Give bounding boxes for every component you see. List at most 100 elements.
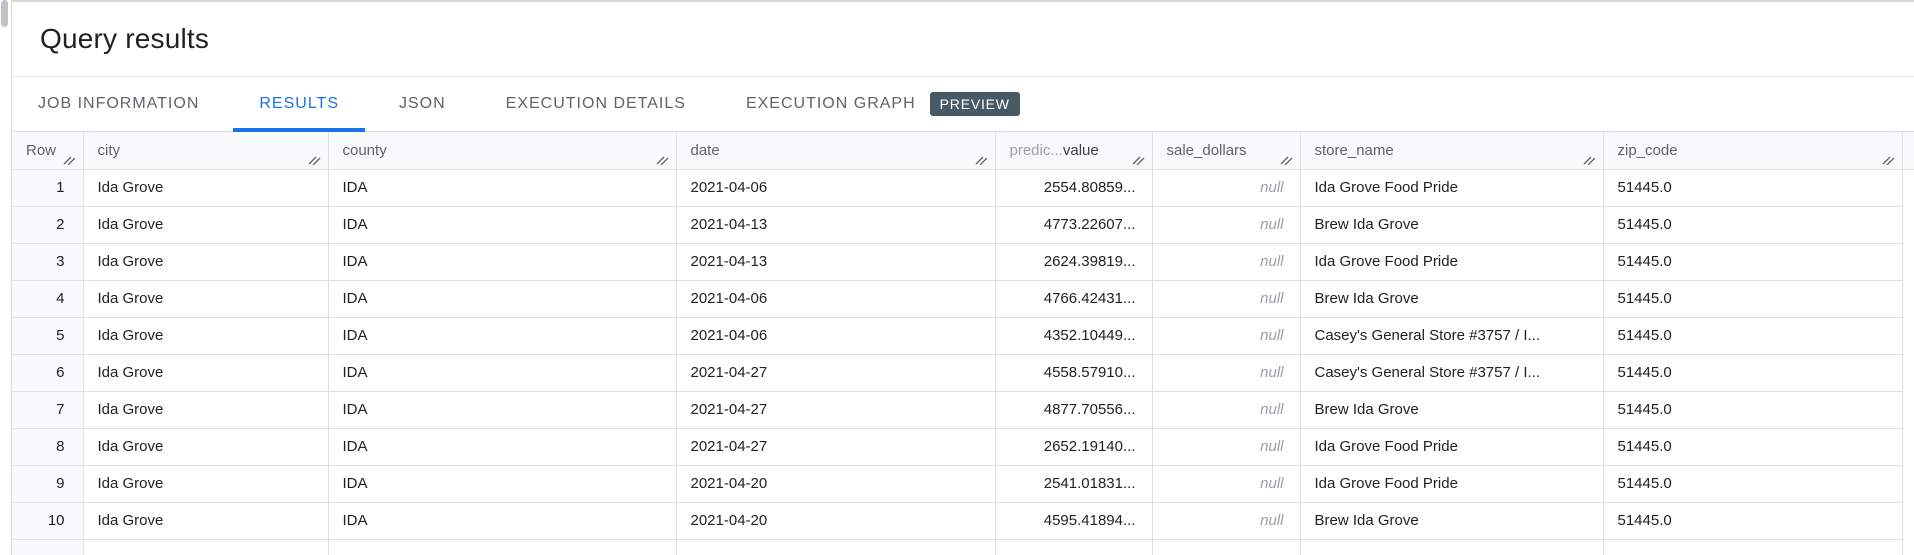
cell-county: IDA <box>328 243 676 280</box>
column-header-date: date <box>676 132 995 169</box>
cell-zip-code: 51445.0 <box>1603 391 1902 428</box>
results-table-container: Row city county date <box>12 132 1914 555</box>
cell-date: 2021-04-27 <box>676 391 995 428</box>
column-header-zip-code: zip_code <box>1603 132 1902 169</box>
cell-store-name: Brew Ida Grove <box>1300 280 1603 317</box>
cell-row-number: 6 <box>12 354 83 391</box>
column-resize-icon[interactable] <box>656 153 669 165</box>
panel-header: Query results <box>12 2 1914 77</box>
cell-stub <box>1902 354 1914 391</box>
cell-sale-dollars: null <box>1152 502 1300 539</box>
vertical-scrollbar[interactable] <box>0 0 12 555</box>
cell-stub <box>1902 317 1914 354</box>
table-row: 8 Ida Grove IDA 2021-04-27 2652.19140...… <box>12 428 1914 465</box>
column-resize-icon[interactable] <box>1132 153 1145 165</box>
cell-stub <box>1902 169 1914 206</box>
cell-zip-code: 51445.0 <box>1603 206 1902 243</box>
column-header-city: city <box>83 132 328 169</box>
cell-stub <box>1902 502 1914 539</box>
cell-city: Ida Grove <box>83 465 328 502</box>
cell-date: 2021-04-06 <box>676 280 995 317</box>
cell-date: 2021-04-13 <box>676 206 995 243</box>
cell-store-name: Casey's General Store #3757 / I... <box>1300 317 1603 354</box>
scrollbar-thumb[interactable] <box>1 0 8 27</box>
cell-sale-dollars <box>1152 539 1300 555</box>
cell-city: Ida Grove <box>83 428 328 465</box>
table-row: 6 Ida Grove IDA 2021-04-27 4558.57910...… <box>12 354 1914 391</box>
column-header-sale-dollars: sale_dollars <box>1152 132 1300 169</box>
cell-zip-code <box>1603 539 1902 555</box>
cell-store-name: Casey's General Store #3757 / I... <box>1300 354 1603 391</box>
cell-date <box>676 539 995 555</box>
cell-county: IDA <box>328 354 676 391</box>
cell-sale-dollars: null <box>1152 354 1300 391</box>
cell-city <box>83 539 328 555</box>
column-resize-icon[interactable] <box>1280 153 1293 165</box>
cell-store-name: Ida Grove Food Pride <box>1300 465 1603 502</box>
cell-sale-dollars: null <box>1152 465 1300 502</box>
column-header-store-name: store_name <box>1300 132 1603 169</box>
table-row: 4 Ida Grove IDA 2021-04-06 4766.42431...… <box>12 280 1914 317</box>
table-header-row: Row city county date <box>12 132 1914 169</box>
cell-zip-code: 51445.0 <box>1603 428 1902 465</box>
tab-results[interactable]: RESULTS <box>233 77 365 131</box>
column-resize-icon[interactable] <box>308 153 321 165</box>
cell-sale-dollars: null <box>1152 169 1300 206</box>
column-header-predicted-value: predic...value <box>995 132 1152 169</box>
tab-job-information[interactable]: JOB INFORMATION <box>12 77 225 131</box>
cell-city: Ida Grove <box>83 502 328 539</box>
tab-bar: JOB INFORMATION RESULTS JSON EXECUTION D… <box>12 77 1914 132</box>
table-row: 1 Ida Grove IDA 2021-04-06 2554.80859...… <box>12 169 1914 206</box>
table-row: 9 Ida Grove IDA 2021-04-20 2541.01831...… <box>12 465 1914 502</box>
cell-sale-dollars: null <box>1152 391 1300 428</box>
table-row: 10 Ida Grove IDA 2021-04-20 4595.41894..… <box>12 502 1914 539</box>
cell-sale-dollars: null <box>1152 317 1300 354</box>
cell-county: IDA <box>328 391 676 428</box>
column-resize-icon[interactable] <box>975 153 988 165</box>
results-table: Row city county date <box>12 132 1914 555</box>
cell-city: Ida Grove <box>83 280 328 317</box>
cell-zip-code: 51445.0 <box>1603 169 1902 206</box>
column-header-county: county <box>328 132 676 169</box>
cell-row-number: 3 <box>12 243 83 280</box>
cell-date: 2021-04-27 <box>676 354 995 391</box>
cell-store-name: Ida Grove Food Pride <box>1300 428 1603 465</box>
query-results-panel: Query results JOB INFORMATION RESULTS JS… <box>0 0 1914 555</box>
tab-label: EXECUTION DETAILS <box>506 95 686 113</box>
tab-label: JSON <box>399 95 446 113</box>
cell-stub <box>1902 206 1914 243</box>
tab-label: EXECUTION GRAPH <box>746 95 916 113</box>
column-resize-icon[interactable] <box>1583 153 1596 165</box>
tab-execution-details[interactable]: EXECUTION DETAILS <box>480 77 712 131</box>
table-row-partial <box>12 539 1914 555</box>
page-title: Query results <box>40 23 209 55</box>
column-resize-icon[interactable] <box>63 153 76 165</box>
tab-json[interactable]: JSON <box>373 77 472 131</box>
cell-row-number: 9 <box>12 465 83 502</box>
cell-date: 2021-04-27 <box>676 428 995 465</box>
column-resize-icon[interactable] <box>1882 153 1895 165</box>
cell-city: Ida Grove <box>83 317 328 354</box>
cell-date: 2021-04-20 <box>676 465 995 502</box>
cell-date: 2021-04-06 <box>676 317 995 354</box>
cell-predicted-value: 4773.22607... <box>995 206 1152 243</box>
cell-sale-dollars: null <box>1152 206 1300 243</box>
cell-predicted-value: 4766.42431... <box>995 280 1152 317</box>
cell-predicted-value: 2624.39819... <box>995 243 1152 280</box>
cell-zip-code: 51445.0 <box>1603 465 1902 502</box>
cell-store-name: Ida Grove Food Pride <box>1300 169 1603 206</box>
tab-execution-graph[interactable]: EXECUTION GRAPH PREVIEW <box>720 77 1046 131</box>
cell-sale-dollars: null <box>1152 280 1300 317</box>
cell-zip-code: 51445.0 <box>1603 280 1902 317</box>
cell-city: Ida Grove <box>83 169 328 206</box>
cell-stub <box>1902 428 1914 465</box>
cell-date: 2021-04-13 <box>676 243 995 280</box>
cell-county: IDA <box>328 169 676 206</box>
cell-row-number: 7 <box>12 391 83 428</box>
cell-predicted-value: 2652.19140... <box>995 428 1152 465</box>
cell-predicted-value: 2554.80859... <box>995 169 1152 206</box>
cell-city: Ida Grove <box>83 206 328 243</box>
cell-zip-code: 51445.0 <box>1603 317 1902 354</box>
cell-stub <box>1902 243 1914 280</box>
cell-city: Ida Grove <box>83 243 328 280</box>
